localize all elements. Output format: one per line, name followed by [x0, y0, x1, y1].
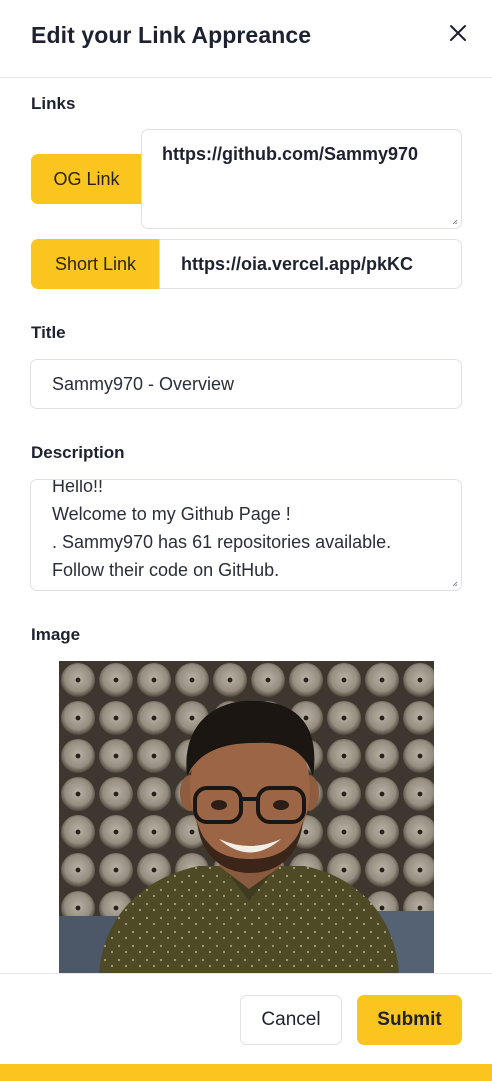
- preview-image: [59, 661, 434, 973]
- accent-bar: [0, 1064, 492, 1081]
- title-label: Title: [31, 323, 66, 342]
- image-label: Image: [31, 625, 81, 644]
- modal-header: Edit your Link Appreance: [0, 0, 492, 78]
- description-value: Hello!! Welcome to my Github Page ! . Sa…: [52, 479, 392, 580]
- og-link-value: https://github.com/Sammy970: [162, 144, 419, 164]
- title-value: Sammy970 - Overview: [52, 373, 235, 394]
- og-link-textarea[interactable]: https://github.com/Sammy970: [141, 129, 462, 229]
- og-link-addon: OG Link: [31, 154, 142, 204]
- description-textarea[interactable]: Hello!! Welcome to my Github Page ! . Sa…: [30, 479, 462, 591]
- modal-title: Edit your Link Appreance: [31, 22, 312, 48]
- modal-footer: Cancel Submit: [0, 973, 492, 1064]
- submit-button[interactable]: Submit: [357, 995, 462, 1045]
- resize-grip-icon[interactable]: [452, 581, 458, 587]
- close-icon[interactable]: [444, 19, 472, 47]
- edit-link-modal: Edit your Link Appreance Links OG Link h…: [0, 0, 492, 1064]
- title-input[interactable]: Sammy970 - Overview: [30, 359, 462, 409]
- cancel-button[interactable]: Cancel: [240, 995, 342, 1045]
- short-link-input[interactable]: https://oia.vercel.app/pkKC: [159, 239, 462, 289]
- short-link-value: https://oia.vercel.app/pkKC: [181, 253, 414, 274]
- description-label: Description: [31, 443, 125, 462]
- resize-grip-icon[interactable]: [452, 219, 458, 225]
- links-label: Links: [31, 94, 76, 113]
- short-link-addon: Short Link: [31, 239, 160, 289]
